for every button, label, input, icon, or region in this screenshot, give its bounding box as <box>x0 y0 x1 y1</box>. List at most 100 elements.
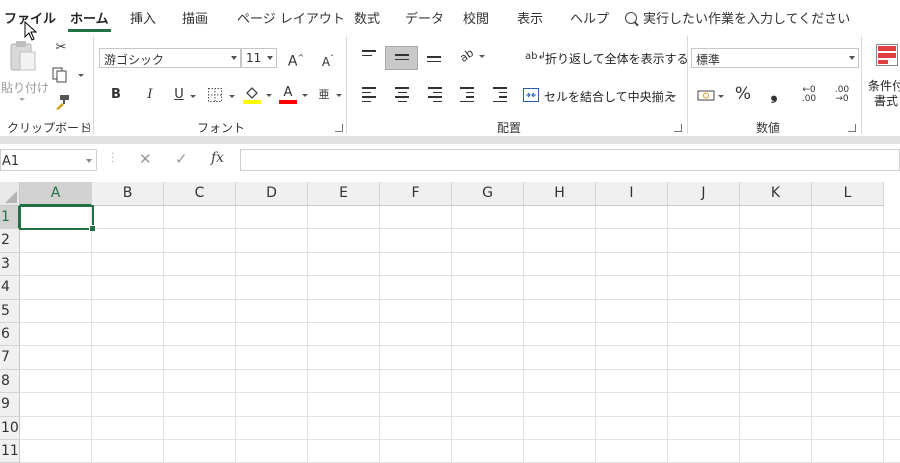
tab-9[interactable]: ヘルプ <box>570 8 609 27</box>
underline-icon: U <box>174 87 184 102</box>
tab-4[interactable]: ページ レイアウト <box>237 8 345 27</box>
grow-font-icon[interactable]: A^ <box>287 50 305 70</box>
align-top-icon[interactable] <box>362 50 376 59</box>
conditional-format-icon <box>876 44 898 66</box>
orientation-button[interactable]: ab <box>457 46 486 66</box>
tab-8[interactable]: 表示 <box>517 8 543 27</box>
merge-center-label: セルを結合して中央揃え <box>544 90 676 104</box>
chevron-down-icon <box>302 94 308 97</box>
row-header-3[interactable]: 3 <box>0 252 20 277</box>
row-header-10[interactable]: 10 <box>0 416 20 440</box>
fill-color-button[interactable] <box>243 85 273 107</box>
paste-button[interactable]: 貼り付け <box>0 38 49 101</box>
comma-style-button[interactable]: ❟ <box>766 85 782 103</box>
bold-button[interactable]: B <box>108 87 124 103</box>
conditional-formatting-button[interactable]: 条件付き 書式 <box>866 40 900 110</box>
borders-button[interactable] <box>207 87 237 105</box>
grid-line <box>667 206 668 463</box>
align-bottom-icon[interactable] <box>427 56 441 65</box>
enter-icon[interactable]: ✓ <box>175 150 188 168</box>
align-center-icon[interactable] <box>395 87 409 105</box>
column-header-i[interactable]: I <box>596 182 668 206</box>
tab-6[interactable]: データ <box>405 8 444 27</box>
column-header-g[interactable]: G <box>452 182 524 206</box>
number-format-dropdown[interactable]: 標準 <box>691 48 859 68</box>
tell-me-search[interactable]: 実行したい作業を入力してください <box>625 8 850 27</box>
row-header-2[interactable]: 2 <box>0 229 20 253</box>
decrease-decimal-icon[interactable]: .00 →0 <box>832 86 852 104</box>
font-color-button[interactable]: A <box>279 85 309 107</box>
column-header-e[interactable]: E <box>308 182 380 206</box>
grid-line <box>20 228 900 230</box>
column-header-b[interactable]: B <box>92 182 164 206</box>
percent-button[interactable]: % <box>734 86 752 103</box>
column-header-f[interactable]: F <box>380 182 452 206</box>
grid-line <box>20 251 900 253</box>
decrease-indent-icon[interactable] <box>460 87 474 105</box>
name-box-value: A1 <box>2 154 20 169</box>
column-header-k[interactable]: K <box>740 182 812 206</box>
font-color-swatch <box>279 100 297 104</box>
row-header-8[interactable]: 8 <box>0 369 20 394</box>
phonetic-button[interactable]: 亜 <box>316 85 344 107</box>
grid-line <box>307 206 308 463</box>
row-header-6[interactable]: 6 <box>0 323 20 347</box>
row-header-5[interactable]: 5 <box>0 299 20 323</box>
formula-input[interactable] <box>240 149 900 171</box>
column-header-d[interactable]: D <box>236 182 308 206</box>
alignment-launcher-icon[interactable] <box>674 124 682 132</box>
font-size-dropdown[interactable]: 11 <box>241 48 277 68</box>
column-header-h[interactable]: H <box>524 182 596 206</box>
worksheet-grid[interactable]: A B C D E F G H I J K L 1 2 3 4 5 6 7 8 9 10 11 <box>0 182 900 463</box>
format-painter-icon[interactable] <box>54 94 70 110</box>
clipboard-launcher-icon[interactable] <box>82 124 90 132</box>
paste-label: 貼り付け <box>1 81 50 95</box>
grid-line <box>20 298 900 300</box>
number-launcher-icon[interactable] <box>848 124 856 132</box>
cancel-icon[interactable]: ✕ <box>139 150 152 168</box>
align-middle-button[interactable] <box>385 46 418 70</box>
chevron-down-icon <box>86 159 92 163</box>
insert-function-icon[interactable]: fx <box>211 150 224 166</box>
grid-line <box>811 206 812 463</box>
tab-2[interactable]: 挿入 <box>130 8 156 27</box>
grid-line <box>451 206 452 463</box>
column-header-j[interactable]: J <box>668 182 740 206</box>
select-all-button[interactable] <box>0 182 20 206</box>
tab-1[interactable]: ホーム <box>68 8 111 32</box>
column-header-a[interactable]: A <box>20 182 92 206</box>
row-header-11[interactable]: 11 <box>0 440 20 463</box>
cut-icon[interactable]: ✂ <box>53 40 69 56</box>
tab-7[interactable]: 校閲 <box>463 8 489 27</box>
font-launcher-icon[interactable] <box>335 124 343 132</box>
tab-5[interactable]: 数式 <box>354 8 380 27</box>
column-header-c[interactable]: C <box>164 182 236 206</box>
align-left-icon[interactable] <box>362 87 376 105</box>
row-header-7[interactable]: 7 <box>0 346 20 370</box>
increase-indent-icon[interactable] <box>493 87 507 105</box>
chevron-down-icon <box>231 56 237 60</box>
font-name-dropdown[interactable]: 游ゴシック <box>99 48 241 68</box>
row-header-4[interactable]: 4 <box>0 276 20 300</box>
row-header-9[interactable]: 9 <box>0 393 20 417</box>
chevron-down-icon <box>267 56 273 60</box>
column-header-l[interactable]: L <box>812 182 884 206</box>
accounting-format-button[interactable] <box>697 87 725 105</box>
search-icon <box>625 12 637 24</box>
row-header-1[interactable]: 1 <box>0 206 20 230</box>
grid-line <box>20 322 900 323</box>
active-cell-a1[interactable] <box>19 205 96 233</box>
shrink-font-icon[interactable]: Aˇ <box>319 51 337 70</box>
tab-3[interactable]: 描画 <box>182 8 208 27</box>
wrap-text-button[interactable]: ab↲ 折り返して全体を表示する <box>525 48 689 68</box>
increase-decimal-icon[interactable]: ←0.00 <box>799 86 819 104</box>
drag-handle-icon[interactable]: · · · <box>111 150 114 168</box>
ribbon: 貼り付け ✂ クリップボード 游ゴシック 11 A^ Aˇ B I U A 亜 … <box>0 32 900 136</box>
copy-button[interactable] <box>52 67 84 85</box>
name-box[interactable]: A1 <box>0 149 97 171</box>
underline-button[interactable]: U <box>172 87 200 105</box>
align-right-icon[interactable] <box>428 87 442 105</box>
accounting-icon <box>697 90 715 101</box>
italic-button[interactable]: I <box>142 87 158 103</box>
merge-center-button[interactable]: セルを結合して中央揃え <box>523 86 678 106</box>
